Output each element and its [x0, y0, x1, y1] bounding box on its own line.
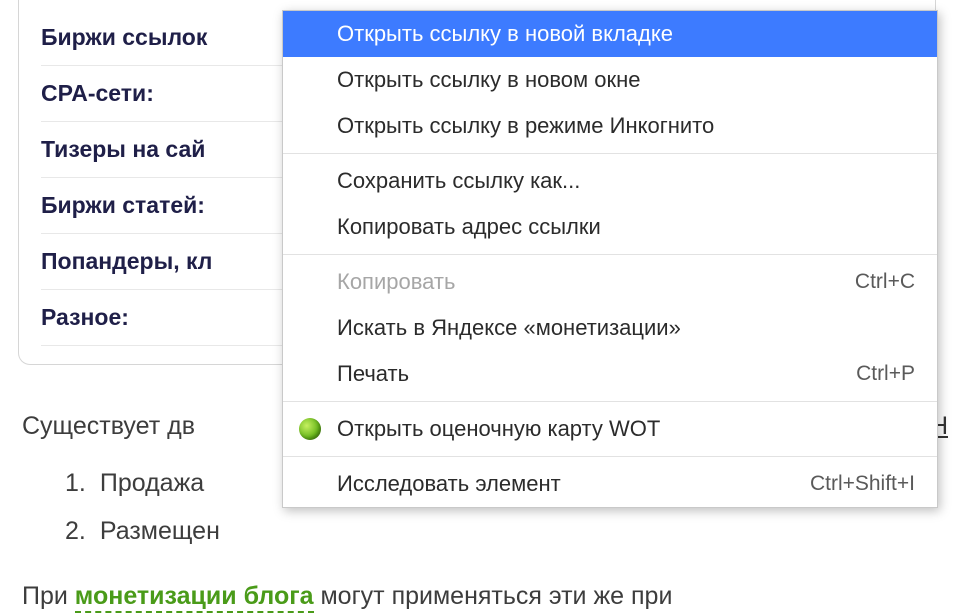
context-menu-item-label: Искать в Яндексе «монетизации» [337, 315, 681, 341]
context-menu-item[interactable]: Открыть ссылку в новой вкладке [283, 11, 937, 57]
context-menu-item[interactable]: Копировать адрес ссылки [283, 204, 937, 250]
context-menu-item-label: Печать [337, 361, 409, 387]
list-item: 2.Размещен [65, 508, 220, 556]
body-text: Существует дв [22, 412, 195, 441]
context-menu-item[interactable]: Открыть ссылку в режиме Инкогнито [283, 103, 937, 149]
context-menu[interactable]: Открыть ссылку в новой вкладке Открыть сс… [282, 10, 938, 508]
context-menu-item-label: Открыть ссылку в режиме Инкогнито [337, 113, 714, 139]
context-menu-item-label: Копировать [337, 269, 455, 295]
context-menu-item[interactable]: Исследовать элемент Ctrl+Shift+I [283, 461, 937, 507]
context-menu-separator [283, 254, 937, 255]
context-menu-separator [283, 153, 937, 154]
wot-icon [299, 418, 321, 440]
ordered-list: 1.Продажа 2.Размещен [65, 460, 220, 555]
body-text: При монетизации блога могут применяться … [22, 582, 672, 611]
context-menu-item[interactable]: Искать в Яндексе «монетизации» [283, 305, 937, 351]
context-menu-item[interactable]: Печать Ctrl+P [283, 351, 937, 397]
context-menu-shortcut: Ctrl+P [856, 362, 915, 386]
context-menu-item[interactable]: Копировать Ctrl+C [283, 259, 937, 305]
context-menu-shortcut: Ctrl+C [855, 270, 915, 294]
context-menu-item-label: Исследовать элемент [337, 471, 561, 497]
list-item: 1.Продажа [65, 460, 220, 508]
text: могут применяться эти же при [314, 582, 673, 610]
text: При [22, 582, 75, 610]
context-menu-shortcut: Ctrl+Shift+I [810, 472, 915, 496]
context-menu-item[interactable]: Открыть оценочную карту WOT [283, 406, 937, 452]
context-menu-item-label: Копировать адрес ссылки [337, 214, 601, 240]
context-menu-item[interactable]: Сохранить ссылку как... [283, 158, 937, 204]
context-menu-item-label: Открыть ссылку в новой вкладке [337, 21, 673, 47]
context-menu-separator [283, 401, 937, 402]
context-menu-item-label: Открыть ссылку в новом окне [337, 67, 641, 93]
context-menu-item[interactable]: Открыть ссылку в новом окне [283, 57, 937, 103]
context-menu-item-label: Сохранить ссылку как... [337, 168, 580, 194]
context-menu-item-label: Открыть оценочную карту WOT [337, 416, 660, 442]
context-menu-separator [283, 456, 937, 457]
monetization-link[interactable]: монетизации блога [75, 582, 314, 613]
